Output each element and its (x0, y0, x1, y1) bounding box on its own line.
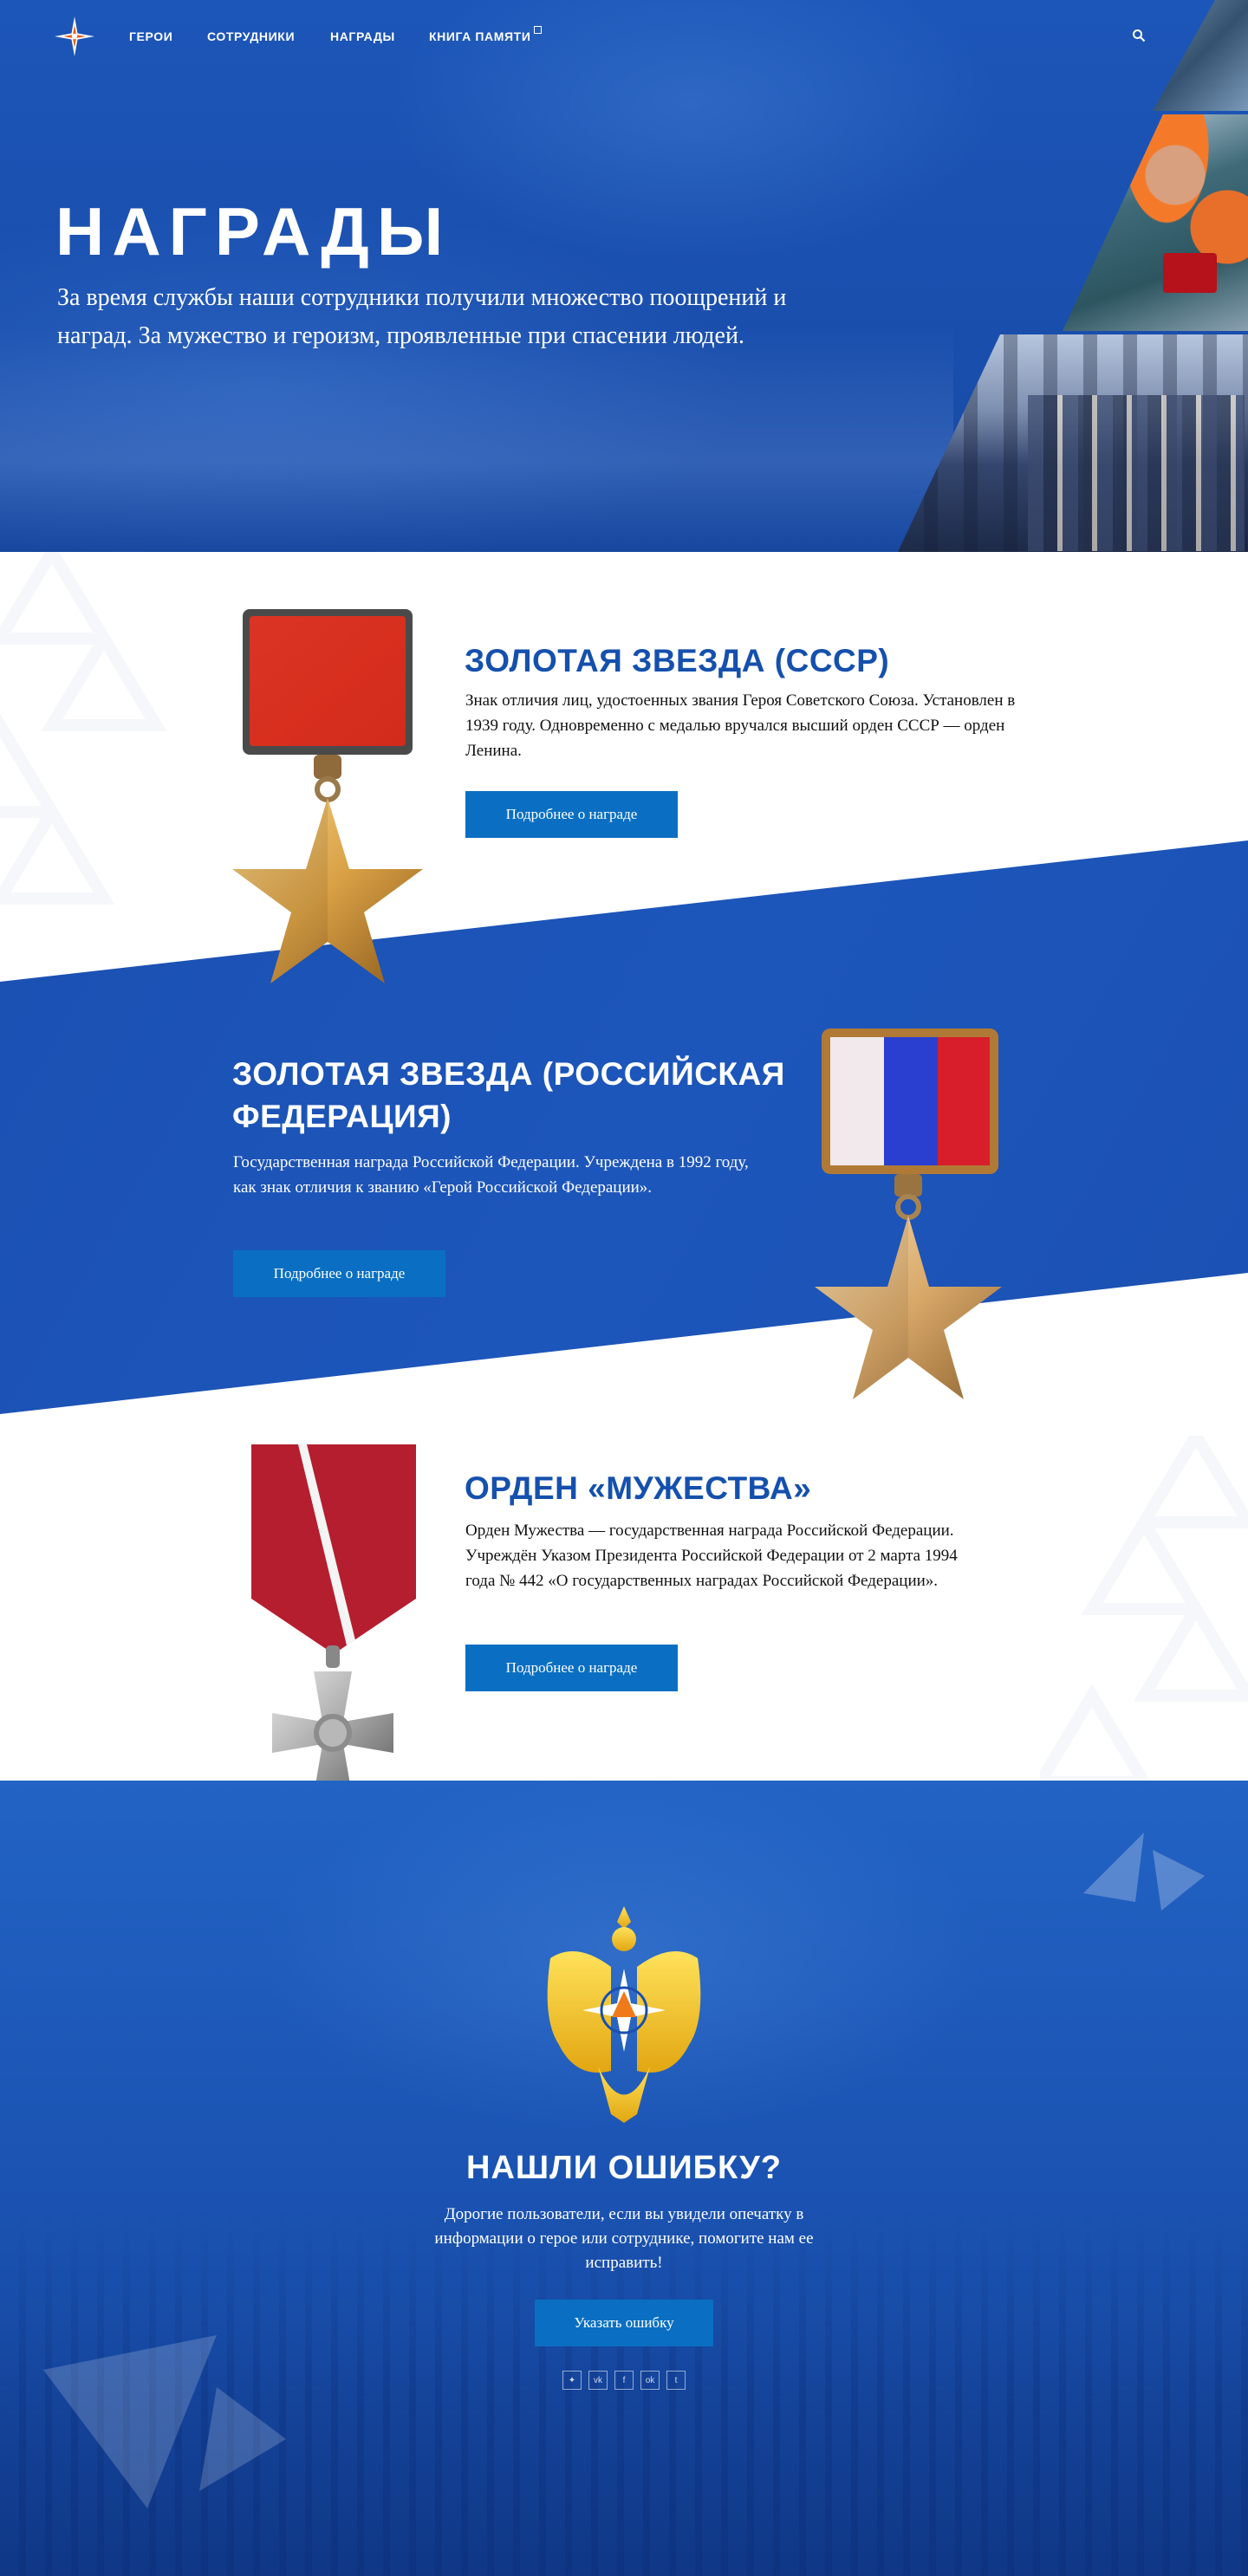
hero-photo-awarded-officer (1063, 114, 1248, 331)
decor-triangles-right (1040, 1436, 1248, 1781)
award-more-button-order-of-courage[interactable]: Подробнее о награде (465, 1645, 678, 1691)
award-title-ussr-gold-star: ЗОЛОТАЯ ЗВЕЗДА (СССР) (465, 643, 890, 678)
report-error-button[interactable]: Указать ошибку (535, 2300, 713, 2346)
odnoklassniki-icon[interactable]: ok (640, 2371, 660, 2390)
nav-item-awards[interactable]: НАГРАДЫ (330, 29, 395, 43)
award-more-button-ussr-gold-star[interactable]: Подробнее о награде (465, 791, 678, 838)
award-description-order-of-courage: Орден Мужества — государственная награда… (465, 1522, 958, 1590)
external-link-icon (534, 26, 543, 34)
decor-triangles-footer-left (43, 2335, 286, 2508)
page-subtitle: За время службы наши сотрудники получили… (57, 284, 787, 349)
top-navigation: ГЕРОИ СОТРУДНИКИ НАГРАДЫ КНИГА ПАМЯТИ (0, 0, 1248, 73)
social-links: ✦ vk f ok t (562, 2371, 686, 2390)
award-more-button-rf-gold-star[interactable]: Подробнее о награде (233, 1250, 445, 1297)
awards-section: ЗОЛОТАЯ ЗВЕЗДА (СССР) Знак отличия лиц, … (0, 552, 1248, 1781)
decor-triangles-left (0, 552, 167, 905)
nav-item-heroes[interactable]: ГЕРОИ (129, 29, 172, 43)
star-compass-icon[interactable] (54, 16, 95, 57)
decor-triangles-footer (1083, 1833, 1205, 1911)
mchs-emblem-icon (542, 1906, 706, 2123)
nav-item-memory-book-label: КНИГА ПАМЯТИ (429, 29, 531, 43)
mchs-star-icon[interactable]: ✦ (562, 2371, 582, 2390)
award-title-order-of-courage: ОРДЕН «МУЖЕСТВА» (465, 1470, 812, 1506)
award-description-ussr-gold-star: Знак отличия лиц, удостоенных звания Гер… (465, 691, 1016, 760)
report-error-text: Дорогие пользователи, если вы увидели оп… (434, 2205, 814, 2272)
hero-section: ГЕРОИ СОТРУДНИКИ НАГРАДЫ КНИГА ПАМЯТИ НА… (0, 0, 1248, 552)
page-title: НАГРАДЫ (55, 193, 452, 269)
facebook-icon[interactable]: f (614, 2371, 634, 2390)
medal-gold-star-ussr (231, 609, 430, 999)
report-error-title: НАШЛИ ОШИБКУ? (466, 2150, 782, 2186)
report-error-section: НАШЛИ ОШИБКУ? Дорогие пользователи, если… (0, 1781, 1248, 2576)
nav-item-memory-book[interactable]: КНИГА ПАМЯТИ (429, 26, 543, 43)
vk-icon[interactable]: vk (588, 2371, 608, 2390)
medal-order-of-courage (234, 1444, 432, 1781)
medal-gold-star-rf (811, 1028, 1007, 1410)
nav-item-employees[interactable]: СОТРУДНИКИ (207, 29, 295, 43)
award-title-rf-gold-star: ЗОЛОТАЯ ЗВЕЗДА (РОССИЙСКАЯ ФЕДЕРАЦИЯ) (232, 1056, 785, 1134)
twitter-icon[interactable]: t (666, 2371, 686, 2390)
hero-background-mist (0, 327, 953, 552)
award-description-rf-gold-star: Государственная награда Российской Федер… (233, 1153, 749, 1197)
search-icon[interactable] (1132, 29, 1146, 42)
